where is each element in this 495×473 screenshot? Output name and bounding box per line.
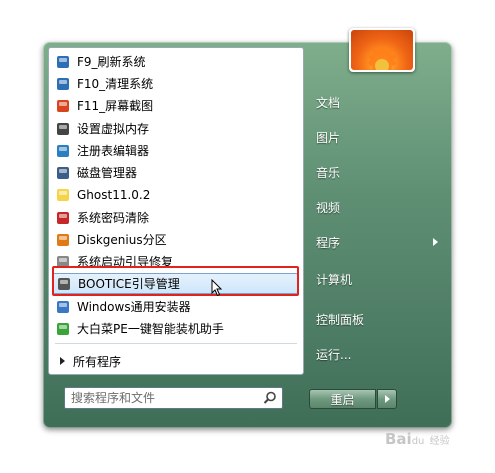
right-menu-label: 控制面板 bbox=[316, 312, 365, 327]
right-menu-item[interactable]: 视频 bbox=[316, 198, 340, 216]
program-item[interactable]: F9_刷新系统 bbox=[52, 51, 296, 72]
right-menu-item[interactable]: 运行... bbox=[316, 345, 351, 363]
program-label: 大白菜PE一键智能装机助手 bbox=[77, 322, 224, 336]
right-menu-item[interactable]: 音乐 bbox=[316, 163, 340, 181]
list-separator bbox=[55, 343, 297, 344]
right-menu-item[interactable]: 计算机 bbox=[316, 270, 352, 288]
diskgenius-icon bbox=[55, 232, 71, 248]
program-label: F11_屏幕截图 bbox=[77, 99, 154, 113]
program-label: Diskgenius分区 bbox=[77, 233, 167, 247]
screenshot-app-icon bbox=[55, 98, 71, 114]
right-menu-label: 视频 bbox=[316, 200, 341, 215]
refresh-app-icon bbox=[55, 54, 71, 70]
search-box[interactable] bbox=[64, 387, 283, 409]
chevron-right-icon bbox=[384, 395, 390, 403]
program-item[interactable]: 系统密码清除 bbox=[52, 207, 296, 228]
program-item[interactable]: F10_清理系统 bbox=[52, 73, 296, 94]
cabbage-installer-icon bbox=[55, 321, 71, 337]
program-item[interactable]: Ghost11.0.2 bbox=[52, 184, 296, 205]
all-programs-button[interactable]: 所有程序 bbox=[60, 352, 121, 370]
right-menu-item[interactable]: 控制面板 bbox=[316, 310, 364, 328]
mouse-cursor-icon bbox=[211, 279, 223, 297]
restart-label: 重启 bbox=[330, 392, 355, 407]
right-menu-label: 程序 bbox=[316, 235, 341, 250]
user-picture[interactable] bbox=[349, 28, 415, 72]
program-label: Windows通用安装器 bbox=[77, 300, 191, 314]
disk-manager-icon bbox=[55, 165, 71, 181]
right-triangle-icon bbox=[60, 357, 65, 365]
watermark-logo: Baidu 经验 bbox=[385, 430, 450, 448]
right-menu-label: 文档 bbox=[316, 95, 341, 110]
restart-button[interactable]: 重启 bbox=[309, 389, 376, 409]
program-label: F9_刷新系统 bbox=[77, 55, 146, 69]
program-item[interactable]: Windows通用安装器 bbox=[52, 296, 296, 317]
program-item[interactable]: F11_屏幕截图 bbox=[52, 95, 296, 116]
right-menu-item[interactable]: 程序 bbox=[316, 233, 340, 251]
right-menu-label: 音乐 bbox=[316, 165, 341, 180]
program-label: F10_清理系统 bbox=[77, 77, 154, 91]
program-label: 设置虚拟内存 bbox=[77, 122, 150, 136]
flower-picture-icon bbox=[351, 30, 413, 70]
search-input[interactable] bbox=[65, 390, 262, 406]
program-label: 系统密码清除 bbox=[77, 211, 150, 225]
right-menu-label: 图片 bbox=[316, 130, 341, 145]
right-menu-label: 计算机 bbox=[316, 272, 353, 287]
right-menu-item[interactable]: 文档 bbox=[316, 93, 340, 111]
ghost-icon bbox=[55, 187, 71, 203]
all-programs-label: 所有程序 bbox=[73, 354, 122, 369]
windows-installer-icon bbox=[55, 299, 71, 315]
program-item[interactable]: 大白菜PE一键智能装机助手 bbox=[52, 318, 296, 339]
program-item[interactable]: 设置虚拟内存 bbox=[52, 118, 296, 139]
submenu-arrow-icon bbox=[433, 238, 438, 246]
right-menu-label: 运行... bbox=[316, 347, 352, 362]
program-item[interactable]: Diskgenius分区 bbox=[52, 229, 296, 250]
cleanup-app-icon bbox=[55, 76, 71, 92]
program-label: Ghost11.0.2 bbox=[77, 187, 151, 202]
program-item[interactable]: 磁盘管理器 bbox=[52, 162, 296, 183]
right-menu-item[interactable]: 图片 bbox=[316, 128, 340, 146]
password-clear-icon bbox=[55, 210, 71, 226]
program-item[interactable]: 注册表编辑器 bbox=[52, 140, 296, 161]
memory-chip-icon bbox=[55, 121, 71, 137]
search-icon[interactable] bbox=[262, 390, 278, 406]
registry-icon bbox=[55, 143, 71, 159]
power-options-button[interactable] bbox=[377, 389, 397, 409]
program-label: 注册表编辑器 bbox=[77, 144, 150, 158]
program-label: 磁盘管理器 bbox=[77, 166, 138, 180]
highlight-annotation-box bbox=[52, 266, 299, 296]
